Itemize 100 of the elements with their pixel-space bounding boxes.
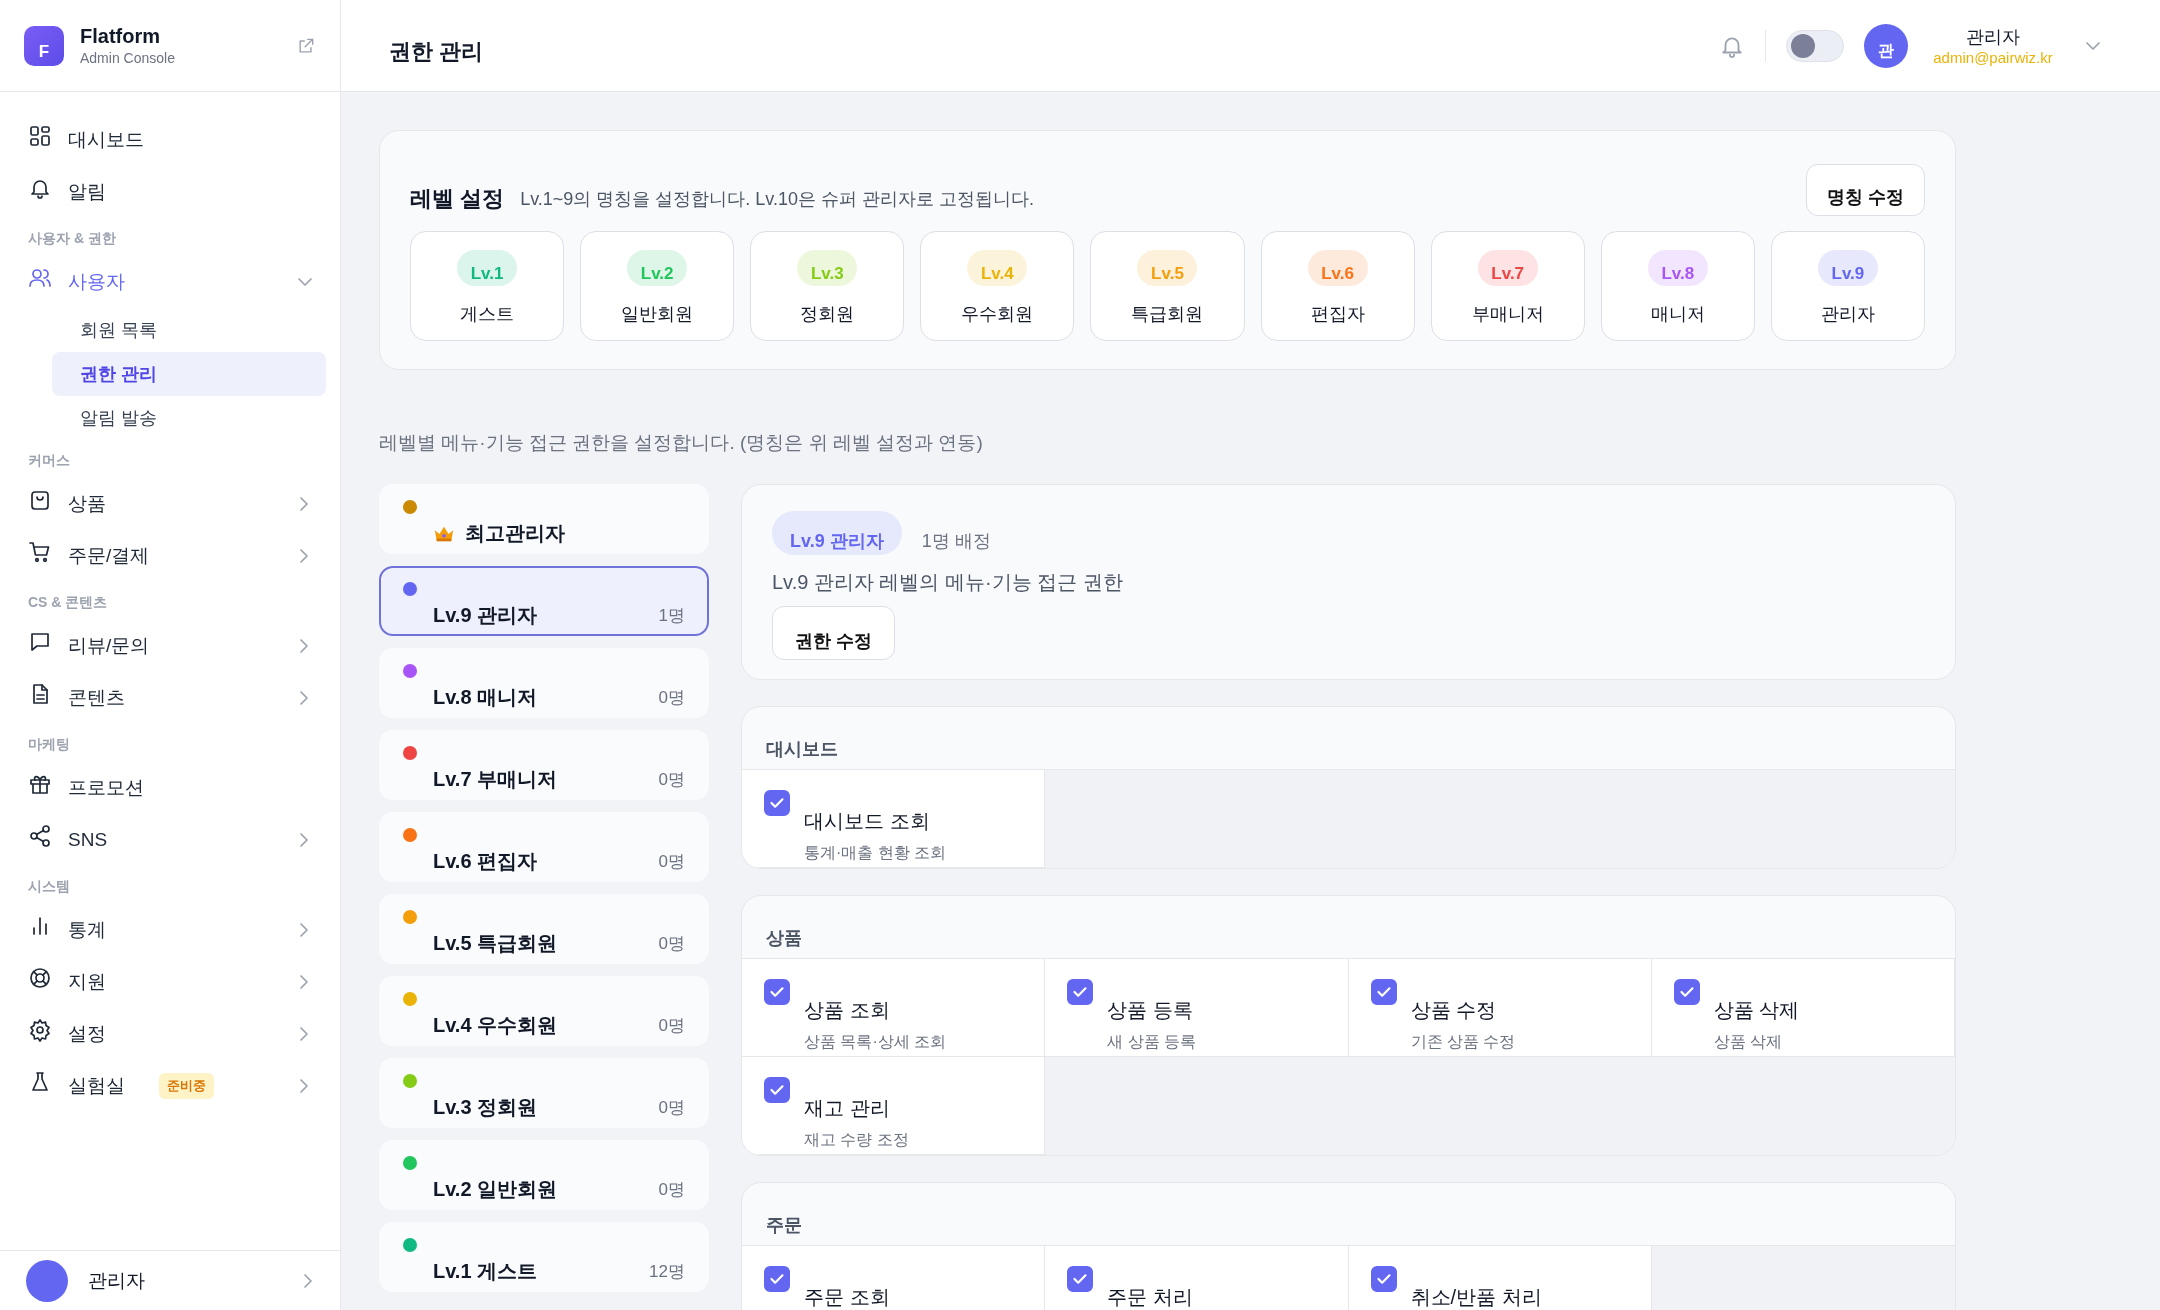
- nav-item[interactable]: 지원: [14, 956, 326, 1008]
- level-badge: Lv.8: [1647, 250, 1708, 286]
- nav-item[interactable]: 상품: [14, 478, 326, 530]
- section-label: 시스템: [27, 877, 71, 896]
- brand-name: Flatform: [80, 25, 161, 48]
- permission-name: 상품 수정: [1410, 998, 1498, 1023]
- level-tile[interactable]: Lv.7 부매니저: [1430, 231, 1585, 341]
- chevron-icon: [300, 639, 308, 653]
- role-item[interactable]: Lv.2 일반회원 0명: [379, 1140, 709, 1210]
- assigned-count: 1명 배정: [921, 530, 991, 553]
- chevron-icon: [300, 691, 308, 705]
- level-tile[interactable]: Lv.6 편집자: [1260, 231, 1415, 341]
- role-name: Lv.9 관리자: [433, 603, 538, 628]
- role-item[interactable]: Lv.1 게스트 12명: [379, 1222, 709, 1292]
- role-name: Lv.7 부매니저: [433, 767, 558, 792]
- checkbox[interactable]: [1067, 979, 1094, 1005]
- section-title: 상품: [765, 927, 803, 950]
- checkbox[interactable]: [764, 1266, 790, 1292]
- level-name: 매니저: [1650, 303, 1705, 326]
- section-label: 커머스: [27, 451, 71, 470]
- permission-name: 상품 조회: [804, 998, 891, 1023]
- nav-subitem[interactable]: 알림 발송: [52, 396, 326, 440]
- role-name: Lv.4 우수회원: [433, 1013, 558, 1038]
- section-title: 대시보드: [765, 738, 839, 761]
- edit-permissions-button[interactable]: 권한 수정: [772, 606, 895, 660]
- permission-description: 새 상품 등록: [1107, 1032, 1197, 1052]
- chevron-icon: [2086, 41, 2100, 50]
- section-label: 마케팅: [27, 735, 71, 754]
- member-count: 1명: [658, 605, 685, 627]
- level-tile[interactable]: Lv.3 정회원: [750, 231, 905, 341]
- chat-icon: [28, 630, 52, 654]
- role-item[interactable]: Lv.3 정회원 0명: [379, 1058, 709, 1128]
- role-item[interactable]: 최고관리자: [379, 484, 709, 554]
- role-item[interactable]: Lv.4 우수회원 0명: [379, 976, 709, 1046]
- level-tile[interactable]: Lv.4 우수회원: [920, 231, 1075, 341]
- level-name: 편집자: [1310, 303, 1365, 326]
- level-name: 정회원: [800, 303, 855, 326]
- nav-item[interactable]: 실험실 준비중: [14, 1060, 326, 1112]
- checkbox[interactable]: [1673, 979, 1700, 1005]
- checkbox[interactable]: [1370, 1266, 1397, 1292]
- nav-subitem[interactable]: 회원 목록: [52, 308, 326, 352]
- chevron-icon: [300, 1027, 308, 1041]
- level-name: 관리자: [1820, 303, 1875, 326]
- chevron-icon: [300, 1079, 308, 1093]
- role-item[interactable]: Lv.8 매니저 0명: [379, 648, 709, 718]
- role-item[interactable]: Lv.9 관리자 1명: [379, 566, 709, 636]
- chevron-icon: [300, 923, 308, 937]
- role-name: Lv.3 정회원: [433, 1095, 538, 1120]
- permission-name: 주문 처리: [1107, 1285, 1193, 1310]
- role-badge: Lv.9 관리자: [772, 511, 902, 555]
- level-tile[interactable]: Lv.8 매니저: [1600, 231, 1755, 341]
- checkbox[interactable]: [764, 1077, 790, 1103]
- permission-description: 통계·매출 현황 조회: [804, 843, 947, 863]
- permission-name: 취소/반품 처리: [1410, 1285, 1542, 1310]
- checkbox[interactable]: [1067, 1266, 1094, 1292]
- role-item[interactable]: Lv.5 특급회원 0명: [379, 894, 709, 964]
- section-label: 사용자 & 권한: [27, 229, 117, 248]
- section-label: CS & 콘텐츠: [27, 593, 109, 612]
- member-count: 12명: [649, 1261, 685, 1283]
- nav-item[interactable]: 프로모션: [14, 762, 326, 814]
- checkbox[interactable]: [764, 979, 790, 1005]
- role-item[interactable]: Lv.6 편집자 0명: [379, 812, 709, 882]
- nav-subitem[interactable]: 권한 관리: [52, 352, 326, 396]
- level-tile[interactable]: Lv.2 일반회원: [580, 231, 735, 341]
- nav-item[interactable]: 대시보드: [14, 114, 326, 166]
- nav-item[interactable]: 알림: [14, 166, 326, 218]
- member-count: 0명: [658, 1015, 685, 1037]
- nav-item[interactable]: 콘텐츠: [14, 672, 326, 724]
- toggle-switch[interactable]: [1786, 29, 1844, 62]
- role-name: Lv.6 편집자: [433, 849, 538, 874]
- nav-item[interactable]: 리뷰/문의: [14, 620, 326, 672]
- nav-item[interactable]: 주문/결제: [14, 530, 326, 582]
- section-title: 주문: [765, 1214, 803, 1237]
- level-name: 우수회원: [961, 303, 1034, 326]
- lifebuoy-icon: [28, 966, 52, 990]
- level-badge: Lv.3: [797, 250, 858, 286]
- chevron-icon: [298, 278, 312, 286]
- level-tile[interactable]: Lv.1 게스트: [410, 231, 565, 341]
- rename-button[interactable]: 명칭 수정: [1806, 164, 1925, 216]
- nav-item[interactable]: 설정: [14, 1008, 326, 1060]
- nav-item[interactable]: SNS: [14, 814, 326, 866]
- permission-name: 대시보드 조회: [804, 809, 931, 834]
- level-tile[interactable]: Lv.5 특급회원: [1090, 231, 1245, 341]
- nav-item[interactable]: 통계: [14, 904, 326, 956]
- users-icon: [28, 266, 52, 290]
- member-count: 0명: [658, 1097, 685, 1119]
- permission-description: 재고 수량 조정: [804, 1130, 909, 1150]
- role-item[interactable]: Lv.7 부매니저 0명: [379, 730, 709, 800]
- permission-name: 주문 조회: [804, 1285, 890, 1310]
- role-name: Lv.5 특급회원: [433, 931, 558, 956]
- nav-item[interactable]: 사용자: [14, 256, 326, 308]
- role-name: Lv.2 일반회원: [433, 1177, 558, 1202]
- gear-icon: [28, 1018, 52, 1042]
- level-tile[interactable]: Lv.9 관리자: [1770, 231, 1925, 341]
- card-description: Lv.1~9의 명칭을 설정합니다. Lv.10은 슈퍼 관리자로 고정됩니다.: [520, 188, 1035, 211]
- level-badge: Lv.9: [1817, 250, 1878, 286]
- checkbox[interactable]: [1370, 979, 1397, 1005]
- checkbox[interactable]: [764, 790, 790, 816]
- permission-name: 상품 삭제: [1713, 998, 1800, 1023]
- avatar: [26, 1259, 68, 1302]
